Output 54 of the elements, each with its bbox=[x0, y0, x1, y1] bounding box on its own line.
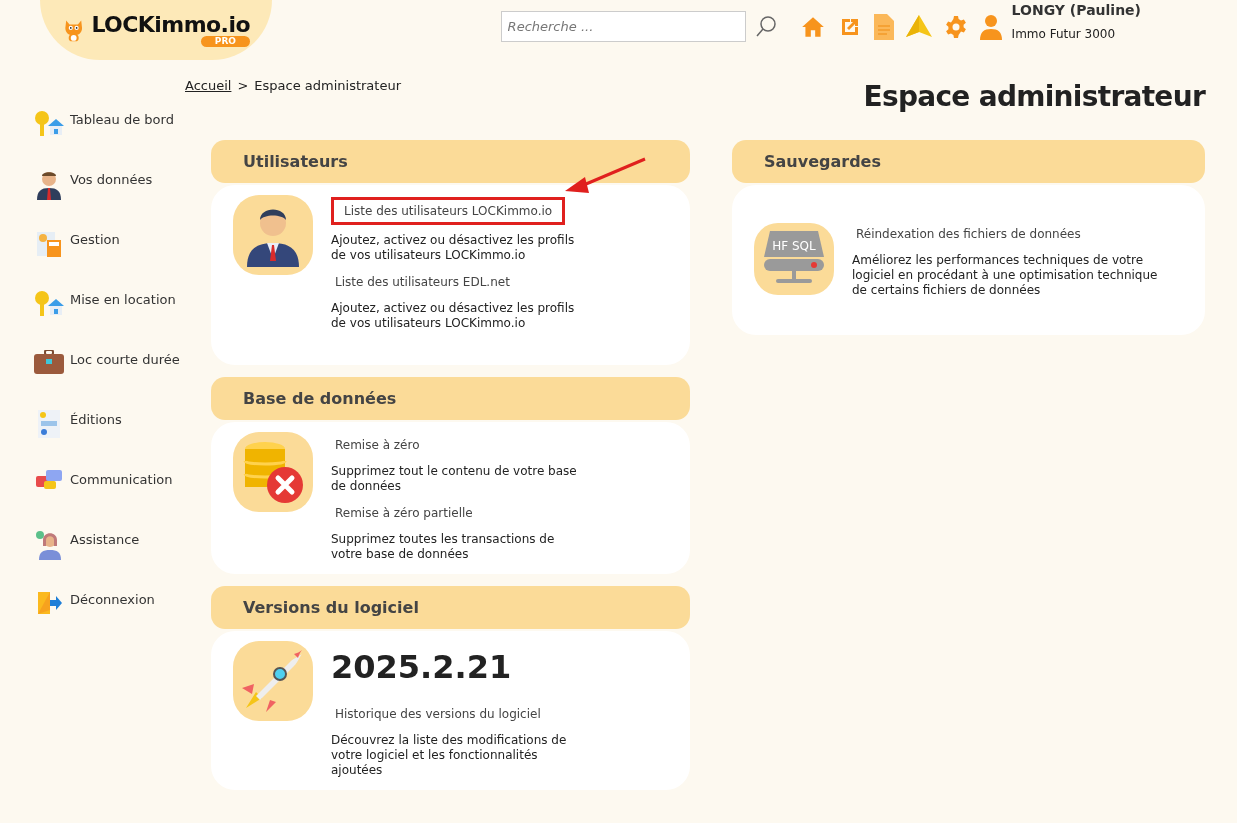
sidebar-icon bbox=[35, 230, 63, 258]
user-icon[interactable] bbox=[979, 13, 1002, 40]
section-title: Sauvegardes bbox=[764, 150, 881, 173]
search-field[interactable]: Recherche ... bbox=[500, 11, 746, 42]
version-number: 2025.2.21 bbox=[331, 647, 513, 688]
businessman-icon bbox=[233, 195, 313, 275]
sidebar-item[interactable]: Déconnexion bbox=[34, 590, 185, 621]
link-description: Découvrez la liste des modifications de votre logiciel et les fonctionnalités ajoutées bbox=[331, 733, 568, 778]
link-description: Ajoutez, activez ou désactivez les profils de vos utilisateurs LOCKimmo.io bbox=[331, 233, 576, 263]
sidebar-icon bbox=[36, 590, 62, 616]
sidebar-icon bbox=[37, 170, 61, 200]
page-title: Espace administrateur bbox=[863, 79, 1205, 115]
breadcrumb-current: Espace administrateur bbox=[254, 77, 402, 95]
link-description: Supprimez tout le contenu de votre base de données bbox=[331, 464, 578, 494]
sidebar-item[interactable]: Communication bbox=[34, 470, 185, 501]
sidebar-icon bbox=[34, 350, 64, 374]
sidebar-icon bbox=[35, 530, 63, 560]
sidebar-item[interactable]: Vos données bbox=[34, 170, 185, 201]
paper-plane-icon[interactable] bbox=[905, 14, 932, 39]
sidebar-icon bbox=[38, 410, 60, 438]
link-description: Améliorez les performances techniques de votre logiciel en procédant à une optimisation technique de certains fichiers de données bbox=[852, 252, 1159, 298]
rocket-icon bbox=[233, 641, 313, 721]
sidebar-item[interactable]: Assistance bbox=[34, 530, 185, 561]
section-title: Base de données bbox=[243, 387, 397, 410]
section-title: Utilisateurs bbox=[243, 150, 348, 173]
server-label: HF SQL bbox=[772, 239, 816, 253]
settings-icon[interactable] bbox=[943, 14, 968, 39]
section-link[interactable]: Réindexation des fichiers de données bbox=[852, 222, 1085, 245]
logo[interactable]: LOCKimmo.io PRO bbox=[40, 0, 272, 60]
pro-badge: PRO bbox=[200, 35, 250, 47]
search-icon[interactable] bbox=[755, 15, 776, 38]
server-drawing bbox=[764, 231, 824, 283]
section-link[interactable]: Liste des utilisateurs EDL.net bbox=[331, 271, 514, 293]
company-name: Immo Futur 3000 bbox=[1011, 26, 1117, 43]
breadcrumb-link[interactable]: Accueil bbox=[185, 76, 232, 96]
sidebar-item[interactable]: Mise en location bbox=[34, 290, 185, 321]
link-description: Ajoutez, activez ou désactivez les profils de vos utilisateurs LOCKimmo.io bbox=[331, 301, 576, 331]
logo-text: LOCKimmo.io bbox=[91, 13, 250, 36]
sidebar-icon bbox=[34, 290, 64, 318]
section-link[interactable]: Historique des versions du logiciel bbox=[331, 703, 545, 725]
user-name: LONGY (Pauline) bbox=[1011, 1, 1141, 20]
section-link[interactable]: Remise à zéro bbox=[331, 434, 424, 456]
document-icon[interactable] bbox=[873, 13, 894, 40]
sidebar-item[interactable]: Loc courte durée bbox=[34, 350, 185, 381]
sidebar-item[interactable]: Gestion bbox=[34, 230, 185, 261]
breadcrumb-separator: > bbox=[237, 77, 249, 95]
sidebar-icon bbox=[34, 110, 64, 138]
database-delete-icon bbox=[233, 432, 313, 512]
section-link[interactable]: Liste des utilisateurs LOCKimmo.io bbox=[331, 197, 566, 225]
section-title: Versions du logiciel bbox=[243, 596, 419, 619]
link-description: Supprimez toutes les transactions de votre base de données bbox=[331, 532, 556, 562]
section-link[interactable]: Remise à zéro partielle bbox=[331, 502, 477, 524]
sidebar-item[interactable]: Tableau de bord bbox=[34, 110, 185, 141]
sidebar-item[interactable]: Éditions bbox=[34, 410, 185, 441]
